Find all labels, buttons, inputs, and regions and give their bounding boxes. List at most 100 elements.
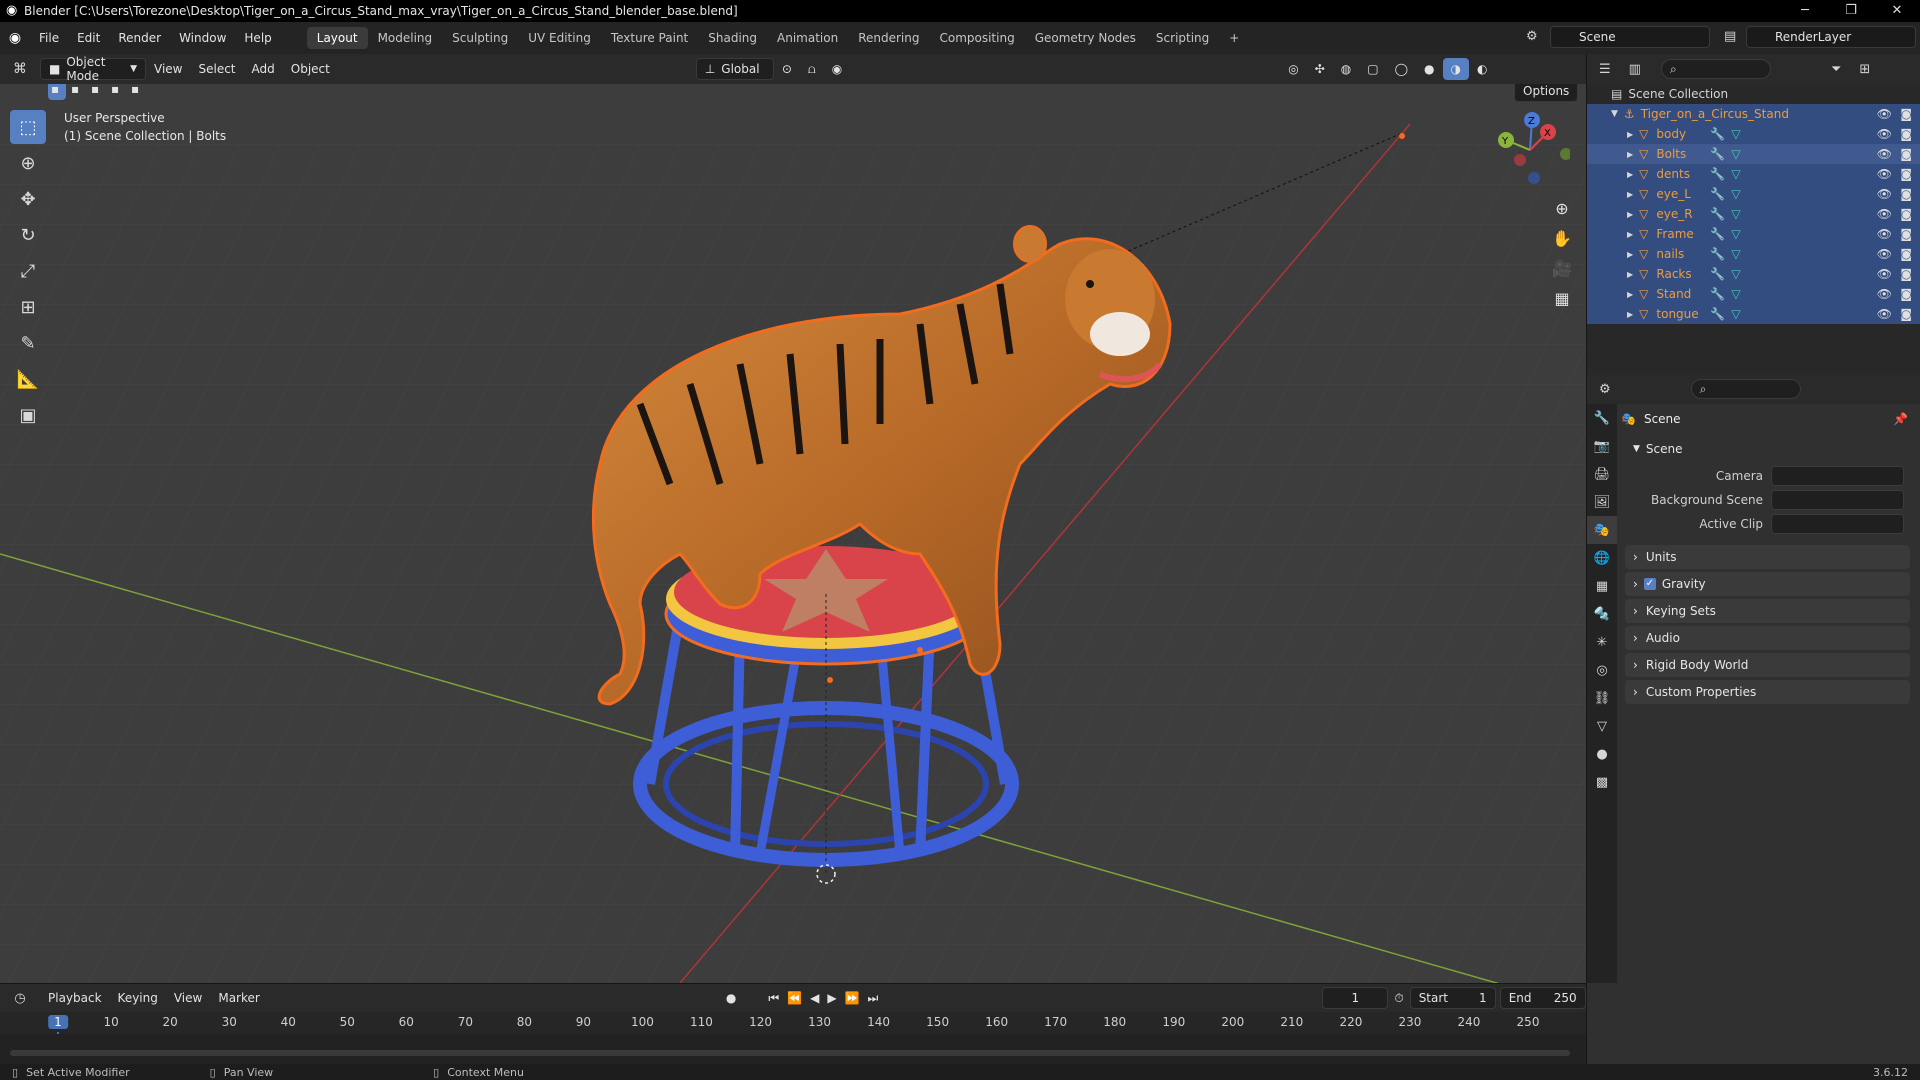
expand-arrow-icon[interactable]: ▶ bbox=[1627, 130, 1633, 139]
tab-uv-editing[interactable]: UV Editing bbox=[518, 27, 601, 49]
scene-selector[interactable]: Scene bbox=[1550, 26, 1710, 48]
menu-keying[interactable]: Keying bbox=[110, 987, 166, 1009]
overlay-icon[interactable]: ◍ bbox=[1333, 58, 1359, 80]
outliner-scene-collection[interactable]: ▤ Scene Collection bbox=[1587, 84, 1920, 104]
add-cube-tool-icon[interactable]: ▣ bbox=[10, 398, 46, 432]
start-frame-field[interactable]: Start 1 bbox=[1409, 987, 1496, 1009]
transform-orientation[interactable]: ⊥ Global bbox=[695, 58, 774, 80]
modifier-wrench-icon[interactable]: 🔧 bbox=[1710, 127, 1725, 141]
select-invert-icon[interactable]: ▪ bbox=[108, 84, 126, 100]
gizmo-icon[interactable]: ✣ bbox=[1307, 58, 1333, 80]
render-camera-icon[interactable]: ◙ bbox=[1900, 187, 1912, 201]
tab-animation[interactable]: Animation bbox=[767, 27, 848, 49]
render-camera-icon[interactable]: ◙ bbox=[1900, 167, 1912, 181]
menu-window[interactable]: Window bbox=[170, 31, 235, 45]
tab-texture-paint[interactable]: Texture Paint bbox=[601, 27, 698, 49]
expand-arrow-icon[interactable]: ▶ bbox=[1627, 190, 1633, 199]
menu-select[interactable]: Select bbox=[190, 58, 243, 80]
outliner-object-row[interactable]: ▶ ▽ Bolts 🔧 ▽ 👁 ◙ bbox=[1587, 144, 1920, 164]
material-shading-icon[interactable]: ◑ bbox=[1442, 58, 1469, 80]
modifier-wrench-icon[interactable]: 🔧 bbox=[1710, 167, 1725, 181]
visibility-eye-icon[interactable]: 👁 bbox=[1877, 127, 1892, 141]
view-layer-tab-icon[interactable]: 🖼 bbox=[1587, 488, 1617, 516]
mesh-data-icon[interactable]: ▽ bbox=[1731, 127, 1740, 141]
jump-keyframe-back-icon[interactable]: ⏪ bbox=[783, 987, 806, 1009]
navigation-gizmo[interactable]: Z X Y bbox=[1490, 110, 1570, 190]
outliner-object-row[interactable]: ▶ ▽ Stand 🔧 ▽ 👁 ◙ bbox=[1587, 284, 1920, 304]
editor-type-icon[interactable]: ⌘ bbox=[0, 61, 40, 77]
blender-menu-icon[interactable]: ◉ bbox=[0, 30, 30, 46]
tab-shading[interactable]: Shading bbox=[698, 27, 767, 49]
data-tab-icon[interactable]: ▽ bbox=[1587, 712, 1617, 740]
auto-keying-icon[interactable]: ● bbox=[718, 987, 744, 1009]
mesh-data-icon[interactable]: ▽ bbox=[1731, 267, 1740, 281]
outliner-object-row[interactable]: ▶ ▽ eye_L 🔧 ▽ 👁 ◙ bbox=[1587, 184, 1920, 204]
view-layer-selector[interactable]: RenderLayer bbox=[1746, 26, 1916, 48]
render-camera-icon[interactable]: ◙ bbox=[1900, 107, 1912, 121]
tab-modeling[interactable]: Modeling bbox=[368, 27, 443, 49]
audio-section[interactable]: › Audio bbox=[1625, 626, 1910, 650]
menu-add[interactable]: Add bbox=[244, 58, 283, 80]
pivot-point-icon[interactable]: ⊙ bbox=[774, 58, 800, 80]
menu-render[interactable]: Render bbox=[109, 31, 170, 45]
select-extend-icon[interactable]: ▪ bbox=[68, 84, 86, 100]
gravity-section[interactable]: › ✓ Gravity bbox=[1625, 572, 1910, 596]
measure-tool-icon[interactable]: 📐 bbox=[10, 362, 46, 396]
properties-editor-icon[interactable]: ⚙ bbox=[1599, 382, 1611, 397]
scene-tab-icon[interactable]: 🎭 bbox=[1587, 516, 1617, 544]
rotate-tool-icon[interactable]: ↻ bbox=[10, 218, 46, 252]
tab-geometry-nodes[interactable]: Geometry Nodes bbox=[1025, 27, 1146, 49]
outliner-object-row[interactable]: ▶ ▽ Frame 🔧 ▽ 👁 ◙ bbox=[1587, 224, 1920, 244]
modifier-tab-icon[interactable]: 🔩 bbox=[1587, 600, 1617, 628]
expand-arrow-icon[interactable]: ▶ bbox=[1627, 230, 1633, 239]
options-button[interactable]: Options bbox=[1514, 84, 1579, 102]
render-camera-icon[interactable]: ◙ bbox=[1900, 247, 1912, 261]
transform-tool-icon[interactable]: ⊞ bbox=[10, 290, 46, 324]
timeline-scrollbar[interactable] bbox=[10, 1050, 1570, 1056]
outliner-object-row[interactable]: ▶ ▽ nails 🔧 ▽ 👁 ◙ bbox=[1587, 244, 1920, 264]
current-frame-field[interactable]: 1 bbox=[1322, 987, 1389, 1009]
visibility-eye-icon[interactable]: 👁 bbox=[1877, 287, 1892, 301]
end-frame-field[interactable]: End 250 bbox=[1499, 987, 1586, 1009]
maximize-button[interactable]: ❐ bbox=[1828, 0, 1874, 22]
custom-properties-section[interactable]: › Custom Properties bbox=[1625, 680, 1910, 704]
modifier-wrench-icon[interactable]: 🔧 bbox=[1710, 247, 1725, 261]
object-tab-icon[interactable]: ▦ bbox=[1587, 572, 1617, 600]
tool-tab-icon[interactable]: 🔧 bbox=[1587, 404, 1617, 432]
menu-edit[interactable]: Edit bbox=[68, 31, 109, 45]
expand-arrow-icon[interactable]: ▶ bbox=[1627, 250, 1633, 259]
select-subtract-icon[interactable]: ▪ bbox=[88, 84, 106, 100]
solid-shading-icon[interactable]: ● bbox=[1416, 58, 1442, 80]
particles-tab-icon[interactable]: ✳ bbox=[1587, 628, 1617, 656]
render-tab-icon[interactable]: 📷 bbox=[1587, 432, 1617, 460]
menu-file[interactable]: File bbox=[30, 31, 68, 45]
tab-compositing[interactable]: Compositing bbox=[929, 27, 1024, 49]
expand-arrow-icon[interactable]: ▶ bbox=[1627, 150, 1633, 159]
mesh-data-icon[interactable]: ▽ bbox=[1731, 167, 1740, 181]
constraints-tab-icon[interactable]: ⛓ bbox=[1587, 684, 1617, 712]
modifier-wrench-icon[interactable]: 🔧 bbox=[1710, 147, 1725, 161]
menu-timeline-view[interactable]: View bbox=[166, 987, 210, 1009]
visibility-icon[interactable]: ◎ bbox=[1280, 58, 1306, 80]
tab-layout[interactable]: Layout bbox=[306, 27, 368, 49]
camera-view-icon[interactable]: 🎥 bbox=[1548, 254, 1576, 282]
mesh-data-icon[interactable]: ▽ bbox=[1731, 247, 1740, 261]
snap-icon[interactable]: ⩍ bbox=[800, 58, 824, 80]
move-tool-icon[interactable]: ✥ bbox=[10, 182, 46, 216]
menu-help[interactable]: Help bbox=[235, 31, 280, 45]
material-tab-icon[interactable]: ● bbox=[1587, 740, 1617, 768]
active-clip-field[interactable] bbox=[1771, 514, 1904, 534]
menu-marker[interactable]: Marker bbox=[210, 987, 267, 1009]
visibility-eye-icon[interactable]: 👁 bbox=[1877, 207, 1892, 221]
scene-icon[interactable]: ⚙ bbox=[1526, 29, 1538, 44]
rendered-shading-icon[interactable]: ◐ bbox=[1469, 58, 1495, 80]
ortho-grid-icon[interactable]: ▦ bbox=[1548, 284, 1576, 312]
visibility-eye-icon[interactable]: 👁 bbox=[1877, 247, 1892, 261]
visibility-eye-icon[interactable]: 👁 bbox=[1877, 267, 1892, 281]
modifier-wrench-icon[interactable]: 🔧 bbox=[1710, 227, 1725, 241]
outliner-editor-icon[interactable]: ☰ bbox=[1599, 62, 1611, 77]
background-scene-field[interactable] bbox=[1771, 490, 1904, 510]
outliner-object-row[interactable]: ▶ ▽ Racks 🔧 ▽ 👁 ◙ bbox=[1587, 264, 1920, 284]
world-tab-icon[interactable]: 🌐 bbox=[1587, 544, 1617, 572]
pan-hand-icon[interactable]: ✋ bbox=[1548, 224, 1576, 252]
